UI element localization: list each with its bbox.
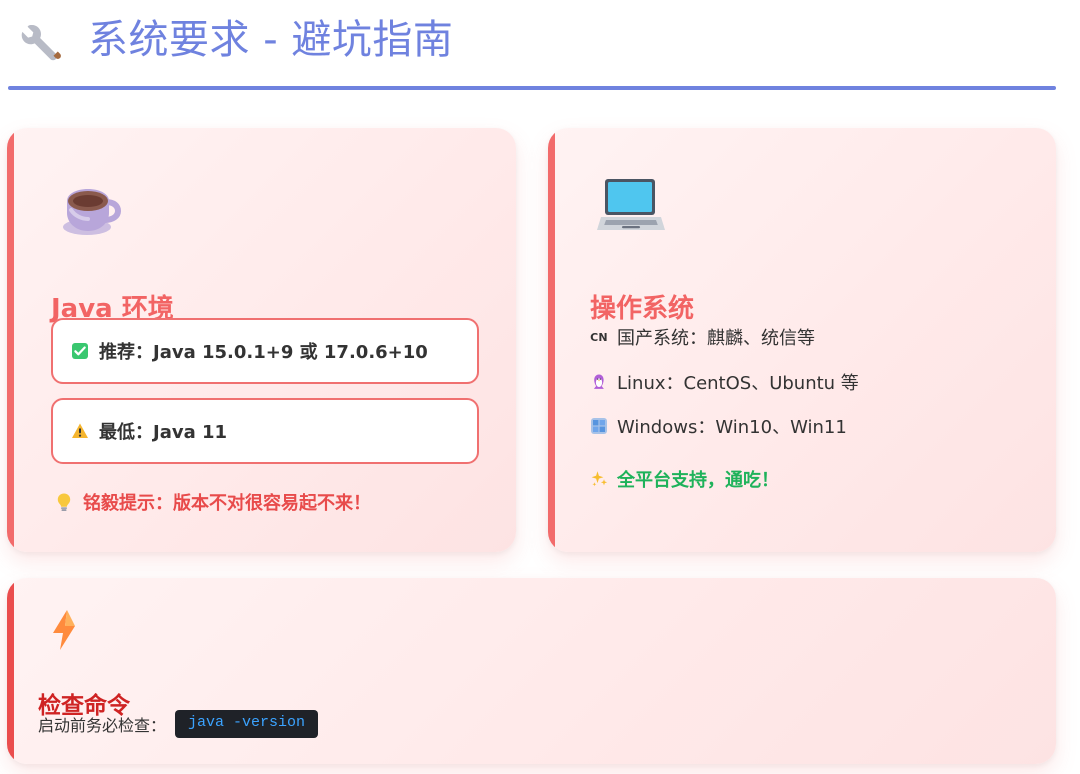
command-row: 启动前务必检查： java -version [38,710,319,738]
os-domestic-systems: CN 国产系统：麒麟、统信等 [590,324,815,350]
title-divider [8,86,1056,90]
windows-icon [590,417,608,435]
coffee-cup-icon [57,178,131,242]
os-domestic-label: 国产系统：麒麟、统信等 [617,328,815,349]
os-linux-systems: Linux：CentOS、Ubuntu 等 [590,369,859,395]
recommended-java-version: 推荐：Java 15.0.1+9 或 17.0.6+10 [51,318,479,384]
wrench-icon [18,16,66,64]
check-command-card: 检查命令 启动前务必检查： java -version [7,578,1056,764]
java-environment-card: Java 环境 推荐：Java 15.0.1+9 或 17.0.6+10 最低：… [7,128,516,552]
cn-badge: CN [590,330,608,344]
java-version-command[interactable]: java -version [175,710,319,738]
java-tip-text: 铭毅提示：版本不对很容易起不来！ [83,493,371,514]
warning-icon [71,422,89,440]
lightning-icon [47,608,81,652]
sparkles-icon [590,470,608,488]
laptop-icon [596,174,666,240]
penguin-icon [590,373,608,391]
page-title: 系统要求 - 避坑指南 [88,17,454,63]
os-windows-systems: Windows：Win10、Win11 [590,413,847,439]
command-instruction: 启动前务必检查： [38,715,167,735]
china-flag-icon: CN [590,328,608,346]
os-linux-label: Linux：CentOS、Ubuntu 等 [617,373,859,394]
operating-system-card: 操作系统 CN 国产系统：麒麟、统信等 Linux：CentOS、Ubuntu … [548,128,1056,552]
header-row: 系统要求 - 避坑指南 [18,10,453,70]
os-card-title: 操作系统 [590,293,695,324]
recommended-java-label: 推荐：Java 15.0.1+9 或 17.0.6+10 [99,342,428,363]
os-platform-summary: 全平台支持，通吃！ [590,466,779,492]
os-summary-label: 全平台支持，通吃！ [617,470,779,491]
minimum-java-label: 最低：Java 11 [99,422,228,443]
lightbulb-icon [55,492,73,512]
os-windows-label: Windows：Win10、Win11 [617,417,847,438]
java-version-tip: 铭毅提示：版本不对很容易起不来！ [55,489,371,515]
check-mark-icon [71,342,89,360]
minimum-java-version: 最低：Java 11 [51,398,479,464]
